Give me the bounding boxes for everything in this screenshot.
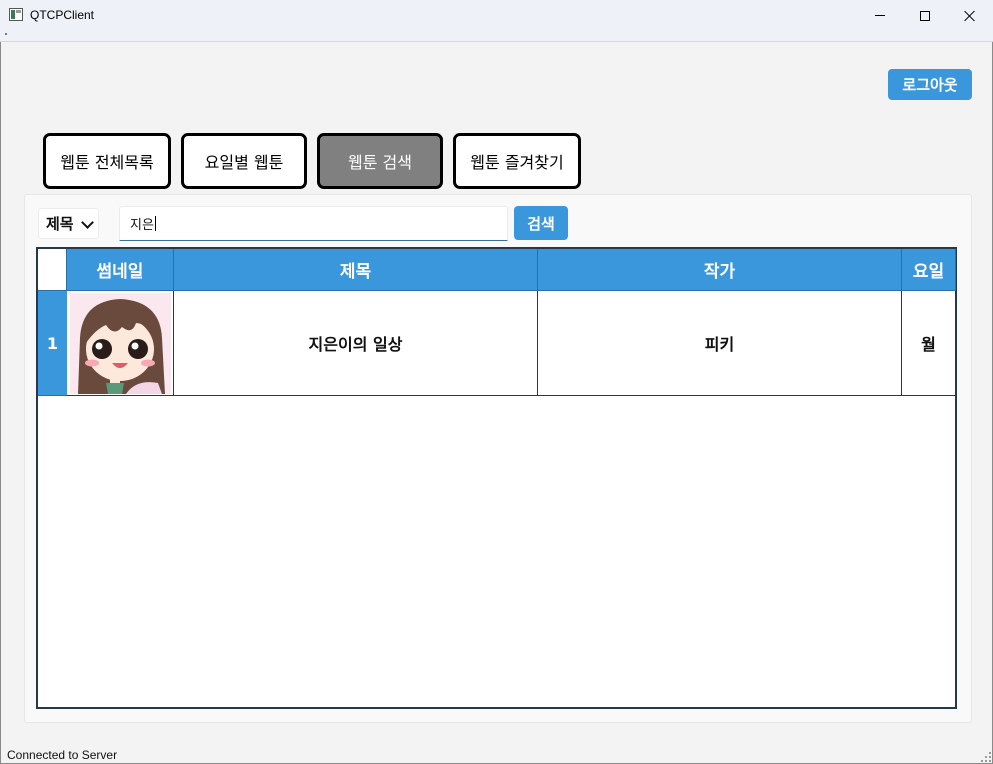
tab-webtoon-favorites[interactable]: 웹툰 즐겨찾기 (453, 133, 581, 189)
logout-button[interactable]: 로그아웃 (888, 69, 972, 100)
results-table[interactable]: 썸네일 제목 작가 요일 1 지은이의 일상 피키 월 (36, 247, 957, 709)
close-icon (964, 10, 976, 22)
close-button[interactable] (947, 0, 993, 31)
tab-webtoons-by-day[interactable]: 요일별 웹툰 (181, 133, 307, 189)
column-header-thumbnail[interactable]: 썸네일 (67, 249, 174, 291)
table-header-row: 썸네일 제목 작가 요일 (67, 249, 956, 291)
table-row[interactable]: 지은이의 일상 피키 월 (67, 291, 956, 396)
resize-grip-icon[interactable] (981, 752, 991, 762)
maximize-icon (920, 10, 930, 21)
minimize-icon (875, 15, 885, 16)
search-input[interactable]: 지은 (119, 206, 508, 241)
table-corner-button[interactable] (38, 249, 67, 291)
title-cell[interactable]: 지은이의 일상 (174, 291, 538, 396)
search-input-value: 지은 (130, 218, 154, 233)
search-button[interactable]: 검색 (514, 206, 568, 240)
text-caret (154, 216, 156, 231)
column-header-title[interactable]: 제목 (174, 249, 538, 291)
column-header-author[interactable]: 작가 (538, 249, 902, 291)
window-title: QTCPClient (30, 8, 95, 22)
day-cell[interactable]: 월 (902, 291, 956, 396)
search-field-value: 제목 (46, 215, 74, 233)
thumbnail-cell[interactable] (67, 291, 174, 396)
title-bar[interactable]: QTCPClient (0, 0, 993, 31)
author-cell[interactable]: 피키 (538, 291, 902, 396)
tab-webtoon-search[interactable]: 웹툰 검색 (317, 133, 443, 189)
menu-bar (0, 31, 993, 42)
chevron-down-icon (81, 216, 94, 229)
search-field-select[interactable]: 제목 (38, 208, 99, 239)
app-icon (9, 8, 23, 21)
menu-indicator-icon (5, 33, 7, 35)
status-bar-text: Connected to Server (7, 748, 118, 762)
minimize-button[interactable] (857, 0, 903, 31)
webtoon-character-thumbnail-icon (69, 292, 171, 394)
tab-all-webtoons[interactable]: 웹툰 전체목록 (43, 133, 171, 189)
column-header-day[interactable]: 요일 (902, 249, 956, 291)
row-header[interactable]: 1 (38, 291, 67, 396)
maximize-button[interactable] (902, 0, 948, 31)
